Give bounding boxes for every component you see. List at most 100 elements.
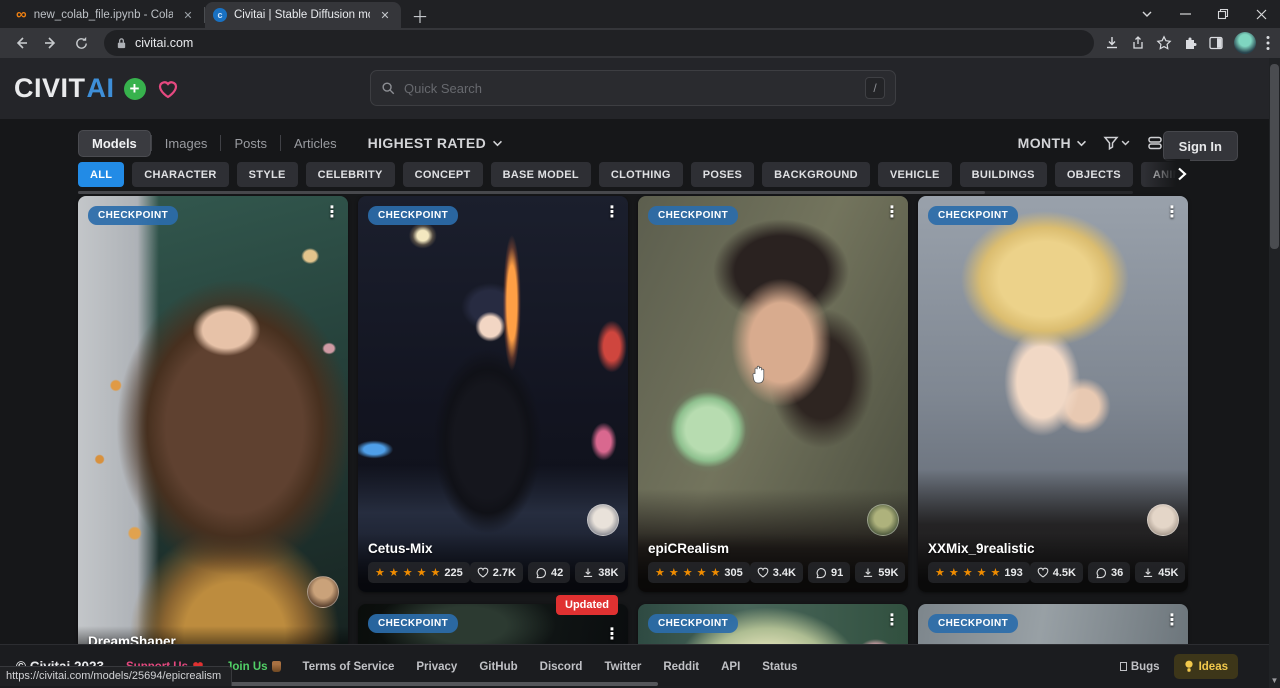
window-close-button[interactable] (1242, 0, 1280, 28)
categories-scroll-right[interactable] (1144, 159, 1190, 189)
category-concept[interactable]: CONCEPT (403, 162, 483, 187)
creator-avatar[interactable] (1147, 504, 1179, 536)
footer-link-api[interactable]: API (721, 661, 740, 673)
likes-count: 2.7K (493, 567, 516, 579)
model-card-dreamshaper[interactable]: CHECKPOINT DreamShaper (78, 196, 348, 658)
category-background[interactable]: BACKGROUND (762, 162, 870, 187)
comments-count: 91 (831, 567, 843, 579)
url-bar[interactable]: civitai.com (104, 30, 1094, 56)
tab-close-icon[interactable]: ✕ (180, 7, 196, 23)
layout-toggle-button[interactable] (1146, 135, 1164, 151)
sort-dropdown[interactable]: HIGHEST RATED (368, 135, 504, 151)
download-toolbar-icon[interactable] (1104, 35, 1120, 51)
card-menu-icon[interactable] (1162, 608, 1182, 632)
upload-plus-button[interactable]: + (124, 78, 146, 100)
browser-menu-icon[interactable] (1266, 35, 1270, 51)
footer-link-github[interactable]: GitHub (479, 661, 517, 673)
footer-link-privacy[interactable]: Privacy (416, 661, 457, 673)
footer-ideas-button[interactable]: Ideas (1174, 654, 1238, 679)
scrollbar-down-arrow[interactable]: ▼ (1270, 676, 1279, 685)
comment-icon (1095, 567, 1107, 579)
star-icon (683, 566, 693, 579)
back-button[interactable] (8, 30, 34, 56)
rating-count: 305 (724, 567, 742, 579)
colab-icon: ∞ (16, 10, 27, 20)
downloads-pill: 38K (575, 562, 625, 583)
category-celebrity[interactable]: CELEBRITY (306, 162, 395, 187)
footer-link-terms[interactable]: Terms of Service (303, 661, 395, 673)
checkpoint-badge: CHECKPOINT (648, 614, 738, 633)
tab-articles[interactable]: Articles (281, 131, 350, 156)
bug-icon (1120, 662, 1127, 671)
category-buildings[interactable]: BUILDINGS (960, 162, 1047, 187)
tab-images[interactable]: Images (152, 131, 221, 156)
footer-link-discord[interactable]: Discord (540, 661, 583, 673)
category-base-model[interactable]: BASE MODEL (491, 162, 591, 187)
category-style[interactable]: STYLE (237, 162, 298, 187)
browser-profile-avatar[interactable] (1234, 32, 1256, 54)
card-menu-icon[interactable] (882, 200, 902, 224)
creator-avatar[interactable] (587, 504, 619, 536)
star-icon (949, 566, 959, 579)
category-objects[interactable]: OBJECTS (1055, 162, 1133, 187)
tab-close-icon[interactable]: ✕ (377, 7, 393, 23)
side-panel-icon[interactable] (1208, 35, 1224, 51)
checkpoint-badge: CHECKPOINT (368, 206, 458, 225)
creator-avatar[interactable] (867, 504, 899, 536)
quick-search-bar[interactable]: / (370, 70, 896, 106)
card-menu-icon[interactable] (602, 622, 622, 646)
footer-bugs-button[interactable]: Bugs (1120, 661, 1160, 673)
civitai-logo[interactable]: CIVIT AI (14, 73, 115, 104)
model-card-epicrealism[interactable]: CHECKPOINT epiCRealism 305 3.4K 91 (638, 196, 908, 592)
footer-link-reddit[interactable]: Reddit (663, 661, 699, 673)
reload-button[interactable] (68, 30, 94, 56)
vertical-scrollbar[interactable]: ▼ (1269, 58, 1280, 688)
category-poses[interactable]: POSES (691, 162, 754, 187)
footer-link-status[interactable]: Status (762, 661, 797, 673)
footer-link-twitter[interactable]: Twitter (604, 661, 641, 673)
card-menu-icon[interactable] (322, 200, 342, 224)
comments-count: 42 (551, 567, 563, 579)
category-all[interactable]: ALL (78, 162, 124, 187)
tab-title: Civitai | Stable Diffusion models, (234, 9, 370, 21)
card-menu-icon[interactable] (602, 200, 622, 224)
filter-funnel-button[interactable] (1103, 135, 1130, 151)
model-card-cetus-mix[interactable]: CHECKPOINT Cetus-Mix 225 2.7K 42 (358, 196, 628, 592)
card-menu-icon[interactable] (1162, 200, 1182, 224)
scrollbar-thumb[interactable] (1270, 64, 1279, 249)
boba-icon (272, 661, 281, 672)
footer-link-join-us[interactable]: Join Us (226, 661, 281, 673)
model-card-xxmix[interactable]: CHECKPOINT XXMix_9realistic 193 4.5K 36 (918, 196, 1188, 592)
category-vehicle[interactable]: VEHICLE (878, 162, 952, 187)
categories-scrollbar[interactable] (78, 191, 1133, 194)
browser-titlebar: ∞ new_colab_file.ipynb - Colaborat ✕ Civ… (0, 0, 1280, 28)
browser-tab-colab[interactable]: ∞ new_colab_file.ipynb - Colaborat ✕ (8, 2, 204, 28)
period-dropdown[interactable]: MONTH (1018, 135, 1087, 151)
star-icon (655, 566, 665, 579)
masonry-layout-icon (1146, 135, 1164, 151)
lock-icon (116, 37, 127, 50)
window-restore-button[interactable] (1204, 0, 1242, 28)
extensions-puzzle-icon[interactable] (1182, 35, 1198, 51)
star-icon (389, 566, 399, 579)
category-character[interactable]: CHARACTER (132, 162, 228, 187)
category-clothing[interactable]: CLOTHING (599, 162, 683, 187)
share-icon[interactable] (1130, 35, 1146, 51)
new-tab-button[interactable]: ＋ (407, 2, 433, 28)
civitai-favicon (213, 8, 227, 22)
comments-pill: 91 (808, 562, 850, 583)
tab-search-chevron-icon[interactable] (1128, 0, 1166, 28)
heart-outline-icon[interactable] (156, 78, 180, 100)
creator-avatar[interactable] (307, 576, 339, 608)
window-minimize-button[interactable] (1166, 0, 1204, 28)
browser-tab-civitai[interactable]: Civitai | Stable Diffusion models, ✕ (205, 2, 401, 28)
tab-models[interactable]: Models (78, 130, 151, 157)
forward-button[interactable] (38, 30, 64, 56)
tab-posts[interactable]: Posts (221, 131, 280, 156)
comments-pill: 42 (528, 562, 570, 583)
card-menu-icon[interactable] (882, 608, 902, 632)
bookmark-star-icon[interactable] (1156, 35, 1172, 51)
logo-text-civit: CIVIT (14, 73, 86, 104)
search-input[interactable] (404, 81, 865, 96)
checkpoint-badge: CHECKPOINT (88, 206, 178, 225)
